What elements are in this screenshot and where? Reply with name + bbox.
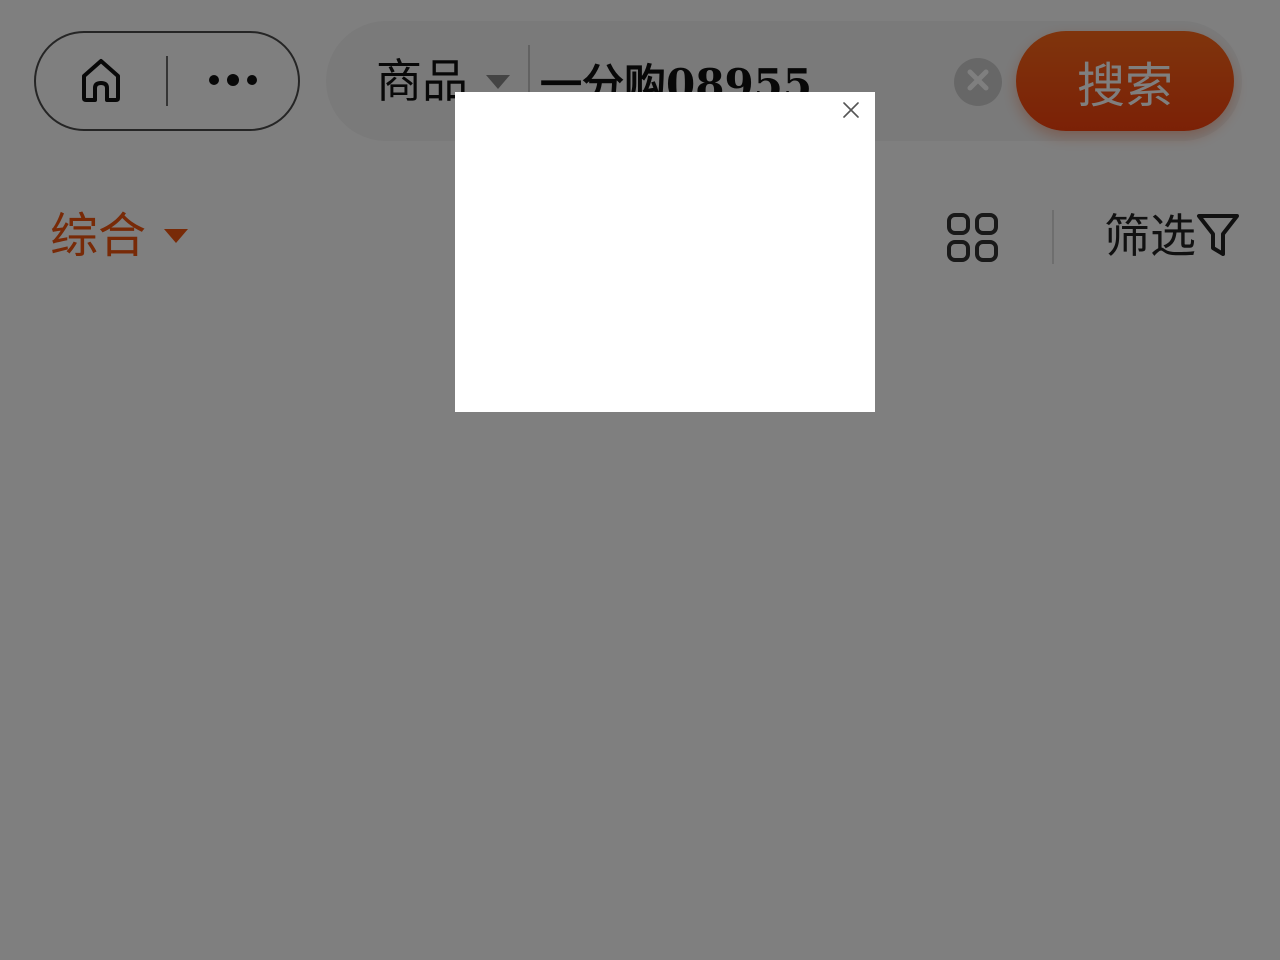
close-icon — [843, 102, 859, 122]
search-results-page: 商品 搜索 综合 — [0, 0, 1280, 960]
modal-close-button[interactable] — [839, 100, 863, 124]
modal-dialog — [455, 92, 875, 412]
